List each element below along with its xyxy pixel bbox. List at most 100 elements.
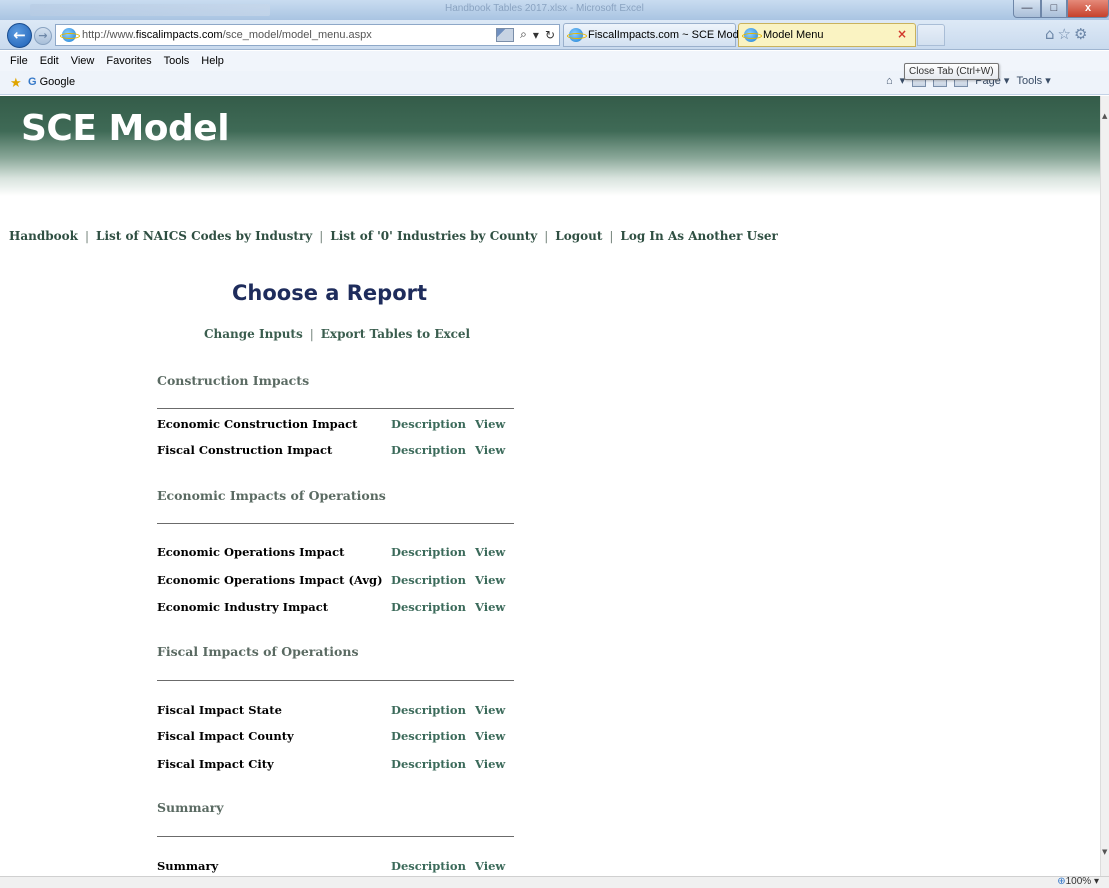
- nav-logout[interactable]: Logout: [555, 229, 602, 243]
- favorite-google[interactable]: G Google: [28, 76, 75, 88]
- section-heading: Economic Impacts of Operations: [157, 488, 386, 503]
- ie-page-icon: [60, 28, 80, 42]
- nav-naics-codes[interactable]: List of NAICS Codes by Industry: [96, 229, 312, 243]
- description-link[interactable]: Description: [391, 443, 466, 457]
- tools-menu[interactable]: Tools ▾: [1016, 74, 1050, 87]
- compatibility-view-icon[interactable]: [496, 27, 515, 42]
- report-name: Summary: [157, 859, 219, 873]
- navigation-bar: ← → http://www.fiscalimpacts.com/sce_mod…: [0, 20, 1109, 50]
- page-viewport: SCE Model Handbook | List of NAICS Codes b…: [0, 96, 1100, 876]
- google-icon: G: [28, 76, 37, 88]
- report-row: Economic Operations Impact (Avg) Descrip…: [157, 573, 517, 589]
- report-row: Fiscal Construction Impact Description V…: [157, 443, 517, 459]
- menu-favorites[interactable]: Favorites: [106, 55, 151, 67]
- zoom-control[interactable]: ⊕100% ▾: [1057, 876, 1099, 887]
- report-row: Fiscal Impact City Description View: [157, 757, 517, 773]
- view-link[interactable]: View: [475, 417, 505, 431]
- section-heading: Summary: [157, 800, 224, 815]
- new-tab-button[interactable]: [917, 24, 945, 46]
- tab-model-menu[interactable]: Model Menu ×: [738, 23, 916, 47]
- site-title: SCE Model: [21, 108, 230, 149]
- report-row: Economic Industry Impact Description Vie…: [157, 600, 517, 616]
- close-window-button[interactable]: x: [1067, 0, 1109, 18]
- report-name: Fiscal Impact City: [157, 757, 274, 771]
- address-bar[interactable]: http://www.fiscalimpacts.com/sce_model/m…: [55, 24, 560, 46]
- top-navigation: Handbook | List of NAICS Codes by Industry…: [9, 229, 778, 243]
- description-link[interactable]: Description: [391, 757, 466, 771]
- section-divider: [157, 408, 514, 409]
- change-inputs-link[interactable]: Change Inputs: [204, 327, 303, 341]
- report-name: Fiscal Impact County: [157, 729, 294, 743]
- zoom-level: 100%: [1065, 876, 1092, 887]
- favorites-star-icon[interactable]: ★: [10, 75, 22, 91]
- nav-login-another-user[interactable]: Log In As Another User: [620, 229, 777, 243]
- report-row: Fiscal Impact State Description View: [157, 703, 517, 719]
- report-row: Economic Operations Impact Description V…: [157, 545, 517, 561]
- description-link[interactable]: Description: [391, 573, 466, 587]
- nav-zero-industries[interactable]: List of '0' Industries by County: [330, 229, 537, 243]
- tab-label: FiscalImpacts.com ~ SCE Model: [588, 29, 748, 41]
- page-title: Choose a Report: [232, 281, 428, 305]
- view-link[interactable]: View: [475, 600, 505, 614]
- view-link[interactable]: View: [475, 729, 505, 743]
- description-link[interactable]: Description: [391, 859, 466, 873]
- view-link[interactable]: View: [475, 703, 505, 717]
- report-name: Economic Operations Impact (Avg): [157, 573, 383, 587]
- tab-fiscalimpacts[interactable]: FiscalImpacts.com ~ SCE Model: [563, 23, 747, 47]
- report-name: Fiscal Impact State: [157, 703, 282, 717]
- menu-help[interactable]: Help: [201, 55, 224, 67]
- description-link[interactable]: Description: [391, 600, 466, 614]
- back-button[interactable]: ←: [7, 23, 32, 48]
- minimize-button[interactable]: —: [1013, 0, 1041, 18]
- url-text[interactable]: http://www.fiscalimpacts.com/sce_model/m…: [82, 29, 372, 41]
- refresh-icon[interactable]: ↻: [545, 28, 555, 42]
- section-heading: Construction Impacts: [157, 373, 310, 388]
- maximize-button[interactable]: □: [1041, 0, 1067, 18]
- nav-handbook[interactable]: Handbook: [9, 229, 78, 243]
- scroll-down-icon[interactable]: ▼: [1102, 848, 1107, 856]
- zoom-icon: ⊕: [1057, 876, 1066, 887]
- section-divider: [157, 680, 514, 681]
- description-link[interactable]: Description: [391, 703, 466, 717]
- vertical-scrollbar[interactable]: ▲ ▼: [1100, 96, 1109, 876]
- report-actions: Change Inputs | Export Tables to Excel: [204, 327, 471, 341]
- ie-tab-icon: [742, 28, 762, 42]
- forward-button[interactable]: →: [34, 27, 52, 45]
- search-icon[interactable]: ⌕: [520, 27, 527, 42]
- home-icon[interactable]: ⌂: [886, 75, 893, 87]
- report-row: Economic Construction Impact Description…: [157, 417, 517, 433]
- report-row: Fiscal Impact County Description View: [157, 729, 517, 745]
- close-tab-tooltip: Close Tab (Ctrl+W): [904, 63, 999, 80]
- section-divider: [157, 523, 514, 524]
- view-link[interactable]: View: [475, 573, 505, 587]
- dropdown-arrow-icon[interactable]: ▾: [533, 28, 539, 42]
- home-favorites-settings-icons[interactable]: ⌂☆⚙: [1045, 25, 1090, 43]
- site-header: SCE Model: [0, 96, 1100, 196]
- tab-label: Model Menu: [763, 29, 824, 41]
- section-heading: Fiscal Impacts of Operations: [157, 644, 359, 659]
- report-row: Summary Description View: [157, 859, 517, 875]
- report-name: Economic Operations Impact: [157, 545, 345, 559]
- status-bar: ⊕100% ▾: [0, 876, 1109, 888]
- report-name: Fiscal Construction Impact: [157, 443, 333, 457]
- zoom-dropdown-icon[interactable]: ▾: [1094, 876, 1099, 887]
- window-title: Handbook Tables 2017.xlsx - Microsoft Ex…: [445, 3, 644, 14]
- description-link[interactable]: Description: [391, 545, 466, 559]
- menu-file[interactable]: File: [10, 55, 28, 67]
- view-link[interactable]: View: [475, 757, 505, 771]
- scroll-up-icon[interactable]: ▲: [1102, 112, 1107, 120]
- export-excel-link[interactable]: Export Tables to Excel: [321, 327, 470, 341]
- description-link[interactable]: Description: [391, 729, 466, 743]
- description-link[interactable]: Description: [391, 417, 466, 431]
- section-divider: [157, 836, 514, 837]
- menu-edit[interactable]: Edit: [40, 55, 59, 67]
- view-link[interactable]: View: [475, 545, 505, 559]
- view-link[interactable]: View: [475, 443, 505, 457]
- menu-view[interactable]: View: [71, 55, 95, 67]
- ie-tab-icon: [567, 28, 587, 42]
- view-link[interactable]: View: [475, 859, 505, 873]
- report-name: Economic Construction Impact: [157, 417, 358, 431]
- close-tab-icon[interactable]: ×: [897, 27, 907, 41]
- window-titlebar: Handbook Tables 2017.xlsx - Microsoft Ex…: [0, 0, 1109, 20]
- menu-tools[interactable]: Tools: [164, 55, 190, 67]
